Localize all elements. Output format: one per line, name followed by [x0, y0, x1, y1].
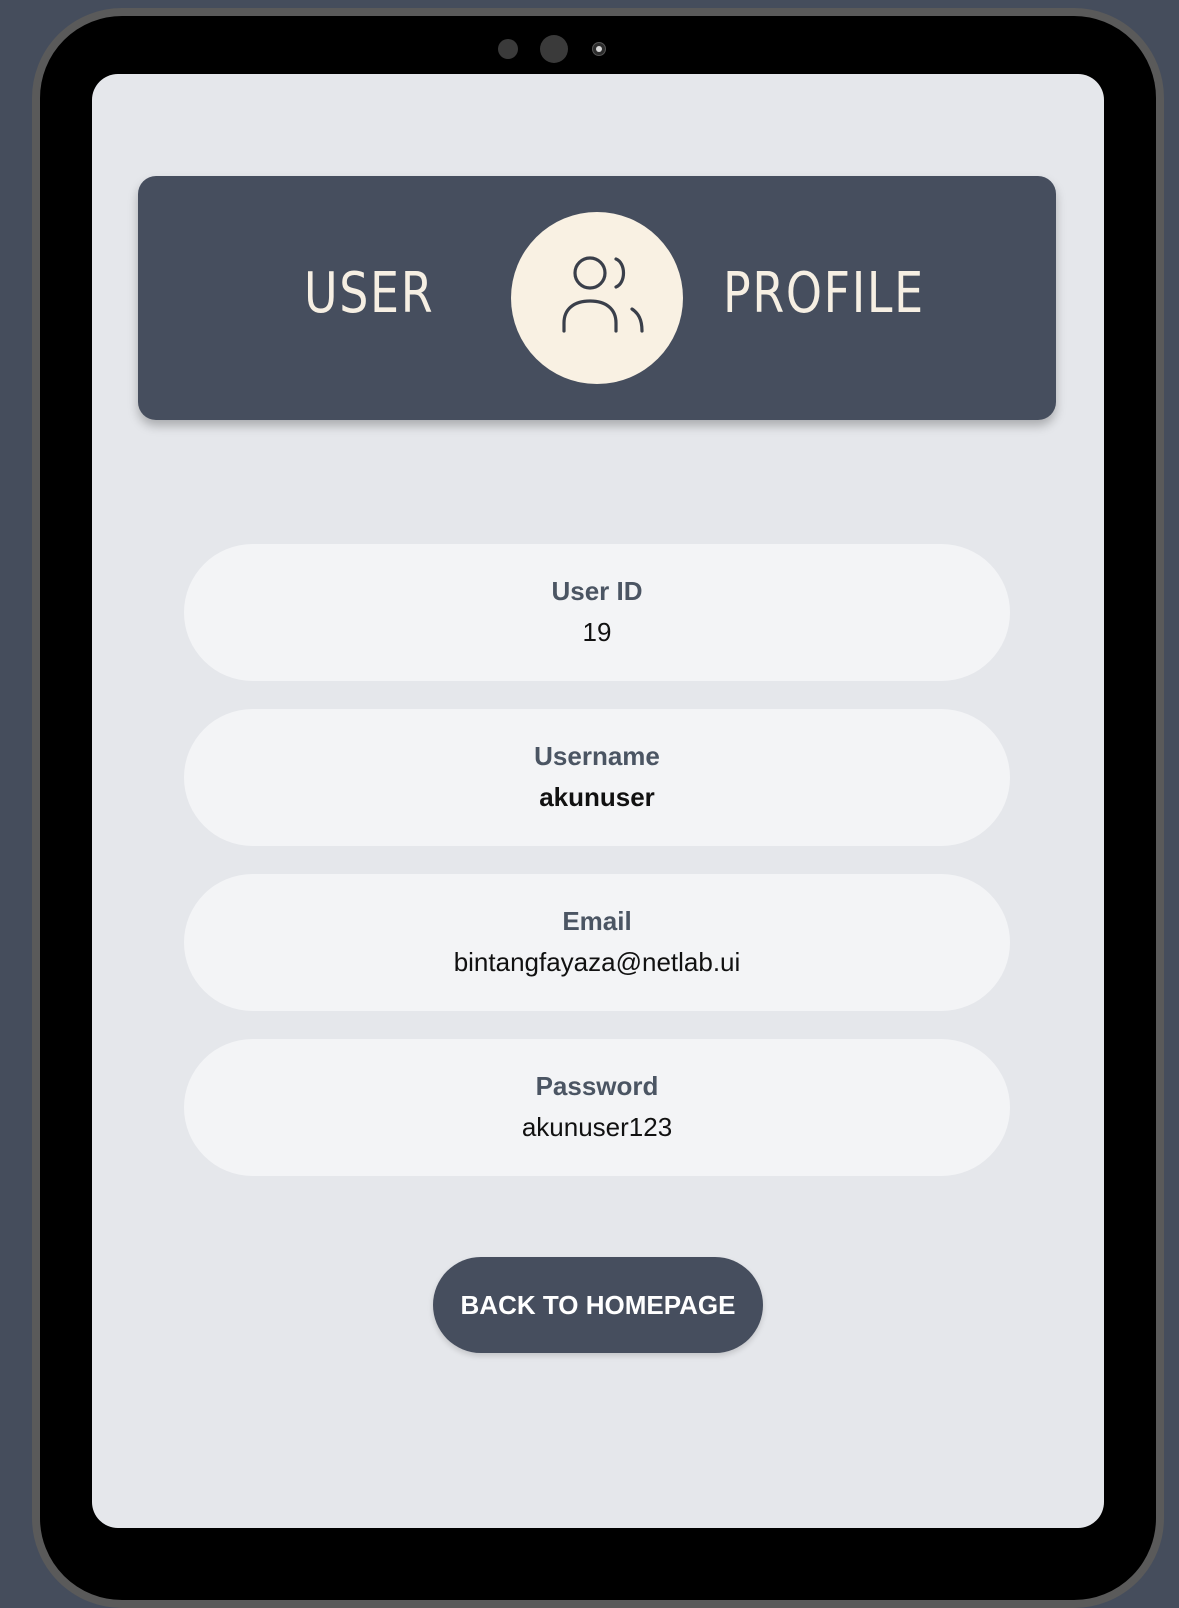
screen: USER PROFILE User ID 19 Username akunuse… — [92, 74, 1104, 1528]
username-card: Username akunuser — [184, 709, 1010, 846]
password-card: Password akunuser123 — [184, 1039, 1010, 1176]
sensor-icon — [540, 35, 568, 63]
tablet-frame: USER PROFILE User ID 19 Username akunuse… — [32, 8, 1164, 1608]
username-value: akunuser — [539, 781, 655, 812]
profile-header: USER PROFILE — [138, 176, 1056, 420]
camera-icon — [592, 42, 606, 56]
password-label: Password — [535, 1070, 659, 1101]
profile-fields: User ID 19 Username akunuser Email binta… — [184, 544, 1010, 1204]
user-id-label: User ID — [551, 575, 643, 606]
camera-bar — [40, 35, 1156, 66]
users-icon — [562, 256, 644, 333]
header-title-right: PROFILE — [723, 261, 925, 326]
email-value: bintangfayaza@netlab.ui — [453, 946, 741, 977]
back-to-homepage-button[interactable]: BACK TO HOMEPAGE — [433, 1257, 763, 1353]
email-label: Email — [562, 905, 632, 936]
header-title-left: USER — [304, 261, 435, 326]
user-id-card: User ID 19 — [184, 544, 1010, 681]
avatar — [511, 212, 683, 384]
user-id-value: 19 — [582, 616, 612, 647]
password-value: akunuser123 — [521, 1111, 673, 1142]
email-card: Email bintangfayaza@netlab.ui — [184, 874, 1010, 1011]
username-label: Username — [534, 740, 660, 771]
sensor-icon — [498, 39, 518, 59]
